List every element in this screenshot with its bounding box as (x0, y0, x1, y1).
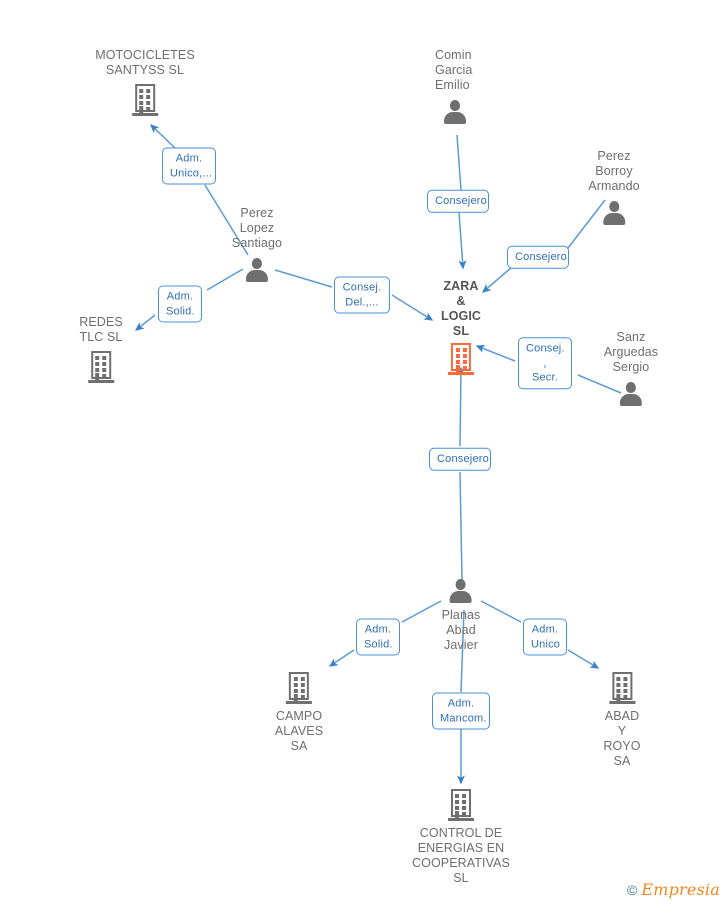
edge-planas-adm-unico (480, 600, 522, 623)
node-label-abad-royo: ABAD Y ROYO SA (603, 709, 641, 768)
person-icon (443, 99, 467, 125)
company-building-icon (286, 672, 312, 704)
relation-label-consejero-planas[interactable]: Consejero (429, 447, 491, 471)
edge-consej-del-zara (391, 294, 434, 321)
relation-label-adm-unico-abad[interactable]: Adm. Unico (523, 618, 567, 656)
relation-label-adm-unico-motocicletes[interactable]: Adm. Unico,... (162, 147, 216, 185)
edge-consejero-comin-zara (458, 211, 467, 270)
node-label-sanz-arguedas: Sanz Arguedas Sergio (603, 330, 659, 374)
node-label-comin-garcia: Comin Garcia Emilio (435, 48, 473, 92)
edge-comin-consejero (456, 134, 462, 191)
company-building-icon (87, 351, 114, 383)
node-label-redes-tlc: REDES TLC SL (79, 315, 123, 344)
watermark: © Empresia (627, 882, 720, 898)
edge-consejero-planas-zara (456, 366, 465, 447)
company-building-icon (131, 84, 158, 116)
node-label-campo-alaves: CAMPO ALAVES SA (274, 709, 324, 753)
relation-label-adm-mancom-control[interactable]: Adm. Mancom. (432, 692, 490, 730)
relation-label-consej-secr-sanz[interactable]: Consej. , Secr. (518, 337, 572, 389)
company-building-icon (609, 672, 635, 704)
edge-planas-consejero (459, 471, 463, 581)
person-icon (602, 200, 626, 226)
node-label-control-energias: CONTROL DE ENERGIAS EN COOPERATIVAS SL (412, 826, 510, 885)
edge-layer (134, 124, 622, 785)
node-label-planas-abad: Planas Abad Javier (441, 608, 481, 652)
relation-label-consejero-borroy[interactable]: Consejero (507, 245, 569, 269)
relation-label-consejero-comin[interactable]: Consejero (427, 189, 489, 213)
person-icon (619, 381, 643, 407)
node-label-motocicletes: MOTOCICLETES SANTYSS SL (95, 48, 195, 77)
node-label-perez-lopez: Perez Lopez Santiago (231, 206, 283, 250)
edge-adm-unico-motocicletes (150, 124, 176, 149)
edge-adm-solid-campo (328, 649, 355, 667)
company-building-icon-highlighted (448, 343, 474, 375)
person-icon (245, 257, 269, 283)
watermark-brand-name: Empresia (641, 880, 720, 899)
edge-adm-unico-abad (567, 649, 600, 669)
person-icon (449, 578, 473, 604)
edge-planas-adm-solid (401, 600, 442, 623)
edge-consej-secr-zara (475, 345, 516, 362)
relation-label-adm-solid-campo[interactable]: Adm. Solid. (356, 618, 400, 656)
relation-label-consej-del-zara[interactable]: Consej. Del.,... (334, 276, 390, 314)
relation-label-adm-solid-redes[interactable]: Adm. Solid. (158, 285, 202, 323)
copyright-icon: © (626, 882, 638, 898)
company-building-icon (447, 789, 474, 821)
node-label-perez-borroy: Perez Borroy Armando (588, 149, 640, 193)
relationship-graph-canvas: MOTOCICLETES SANTYSS SL Perez Lopez Sant… (0, 0, 728, 905)
edge-perezlopez-consej-del (274, 269, 333, 288)
edge-adm-solid-redes (134, 314, 156, 331)
edge-consejero-borroy-zara (481, 266, 513, 293)
node-label-zara-logic: ZARA & LOGIC SL (440, 279, 482, 338)
